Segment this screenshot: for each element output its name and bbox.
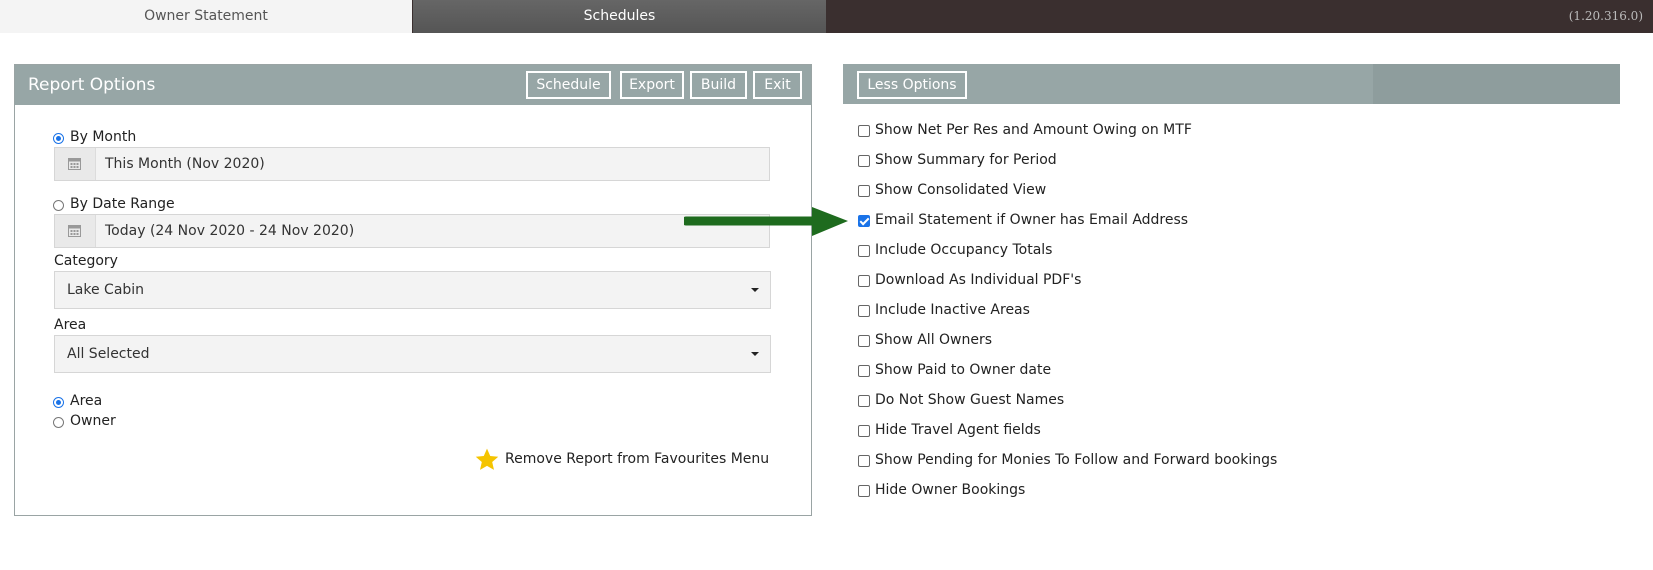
remove-favourites-link[interactable]: Remove Report from Favourites Menu <box>505 451 769 467</box>
less-options-button[interactable]: Less Options <box>857 71 967 99</box>
by-date-range-radio[interactable] <box>53 200 64 211</box>
calendar-icon[interactable] <box>55 215 96 247</box>
by-month-label: By Month <box>70 129 137 145</box>
tab-owner-statement[interactable]: Owner Statement <box>0 0 412 33</box>
schedule-button[interactable]: Schedule <box>526 71 611 99</box>
option-label: Include Inactive Areas <box>875 302 1030 318</box>
area-select[interactable]: All Selected <box>54 335 771 373</box>
category-select[interactable]: Lake Cabin <box>54 271 771 309</box>
area-value: All Selected <box>67 346 150 362</box>
option-label: Show Pending for Monies To Follow and Fo… <box>875 452 1278 468</box>
option-label: Download As Individual PDF's <box>875 272 1082 288</box>
option-label: Show Summary for Period <box>875 152 1057 168</box>
checkbox-no-guest-names[interactable] <box>858 395 870 407</box>
chevron-down-icon <box>751 288 759 292</box>
checkbox-hide-owner-bookings[interactable] <box>858 485 870 497</box>
date-range-field[interactable]: Today (24 Nov 2020 - 24 Nov 2020) <box>54 214 770 248</box>
month-date-field[interactable]: This Month (Nov 2020) <box>54 147 770 181</box>
checkbox-pending-monies[interactable] <box>858 455 870 467</box>
build-button[interactable]: Build <box>690 71 747 99</box>
checkbox-all-owners[interactable] <box>858 335 870 347</box>
option-label: Show Paid to Owner date <box>875 362 1052 378</box>
option-label: Show Net Per Res and Amount Owing on MTF <box>875 122 1192 138</box>
group-area-label: Area <box>70 393 103 409</box>
checkbox-summary-period[interactable] <box>858 155 870 167</box>
report-options-title: Report Options <box>28 75 156 95</box>
option-label: Show Consolidated View <box>875 182 1047 198</box>
option-label: Hide Owner Bookings <box>875 482 1026 498</box>
checkbox-individual-pdfs[interactable] <box>858 275 870 287</box>
by-month-radio[interactable] <box>53 133 64 144</box>
option-label: Hide Travel Agent fields <box>875 422 1041 438</box>
by-date-range-label: By Date Range <box>70 196 175 212</box>
tab-schedules[interactable]: Schedules <box>413 0 826 33</box>
checkbox-inactive-areas[interactable] <box>858 305 870 317</box>
checkbox-consolidated-view[interactable] <box>858 185 870 197</box>
arrow-right-icon <box>684 207 848 236</box>
chevron-down-icon <box>751 352 759 356</box>
group-owner-label: Owner <box>70 413 116 429</box>
date-range-value: Today (24 Nov 2020 - 24 Nov 2020) <box>105 223 355 239</box>
checkbox-occupancy-totals[interactable] <box>858 245 870 257</box>
checkbox-email-statement[interactable] <box>858 215 870 227</box>
options-header-shade <box>1373 64 1620 104</box>
group-owner-radio[interactable] <box>53 417 64 428</box>
report-options-header: Report Options Schedule Export Build Exi… <box>15 65 811 105</box>
category-value: Lake Cabin <box>67 282 145 298</box>
star-icon[interactable] <box>474 447 500 472</box>
category-label: Category <box>54 253 118 269</box>
month-date-value: This Month (Nov 2020) <box>105 156 265 172</box>
checkbox-net-per-res[interactable] <box>858 125 870 137</box>
option-label: Do Not Show Guest Names <box>875 392 1065 408</box>
option-label: Include Occupancy Totals <box>875 242 1053 258</box>
checkbox-paid-owner-date[interactable] <box>858 365 870 377</box>
group-area-radio[interactable] <box>53 397 64 408</box>
option-label: Email Statement if Owner has Email Addre… <box>875 212 1189 228</box>
exit-button[interactable]: Exit <box>753 71 802 99</box>
left-column: Report Options Schedule Export Build Exi… <box>0 33 826 570</box>
options-header: Less Options <box>843 64 1620 104</box>
option-label: Show All Owners <box>875 332 993 348</box>
top-bar: Owner Statement Schedules (1.20.316.0) <box>0 0 1653 33</box>
area-label: Area <box>54 317 87 333</box>
version-label: (1.20.316.0) <box>1568 9 1643 23</box>
export-button[interactable]: Export <box>620 71 684 99</box>
checkbox-hide-travel-agent[interactable] <box>858 425 870 437</box>
calendar-icon[interactable] <box>55 148 96 180</box>
